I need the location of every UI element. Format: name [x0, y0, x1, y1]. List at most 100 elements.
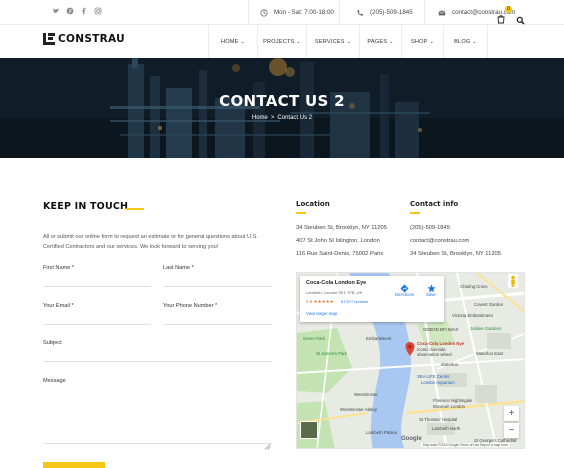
opening-hours: Mon - Sat: 7:00-18:00 — [248, 0, 339, 25]
main-header: CONSTRAU HOME ⌄ PROJECTS ⌄ SERVICES ⌄ PAGES… — [0, 25, 564, 58]
breadcrumb: Home > Contact Us 2 — [0, 115, 564, 121]
map-label: Coca-Cola London Eye — [417, 341, 465, 346]
directions-label[interactable]: Directions — [395, 292, 414, 297]
phone-icon — [356, 9, 364, 17]
search-icon[interactable] — [516, 12, 525, 25]
envelope-icon — [438, 9, 446, 17]
cart-icon[interactable] — [496, 11, 506, 24]
clock-icon — [260, 8, 268, 17]
nav-blog[interactable]: BLOG ⌄ — [443, 25, 487, 58]
last-name-label: Last Name * — [163, 265, 194, 271]
save-star-icon[interactable] — [427, 280, 436, 293]
chevron-down-icon: ⌄ — [429, 38, 435, 45]
zoom-in-button[interactable]: + — [504, 406, 519, 421]
logo-mark-icon — [43, 33, 55, 45]
contact-address: 34 Steuben St, Brooklyn, NY 11205 — [410, 251, 501, 257]
site-logo[interactable]: CONSTRAU — [43, 33, 125, 45]
view-larger-map-link[interactable]: View larger map — [306, 311, 337, 316]
map-label: St James's Park — [316, 351, 347, 356]
contact-info-title: Contact info — [410, 200, 459, 208]
map-label: Florence Nightingale — [433, 398, 473, 403]
map-label: Museum London — [433, 404, 466, 409]
facebook-icon[interactable] — [80, 7, 88, 15]
title-accent-underline — [126, 208, 144, 210]
place-address: Lambeth, London SE1 7PB, UK — [306, 290, 363, 295]
save-label[interactable]: Save — [426, 292, 436, 297]
subject-label: Subject — [43, 340, 62, 346]
phone-field[interactable] — [163, 324, 272, 325]
chevron-down-icon: ⌄ — [296, 38, 301, 45]
nav-home-label: HOME — [221, 38, 239, 45]
nav-shop[interactable]: SHOP ⌄ — [401, 25, 443, 58]
contact-email[interactable]: contact@constrau.com — [410, 238, 469, 244]
first-name-field[interactable] — [43, 286, 151, 287]
location-line: 407 St John St Islington, London — [296, 238, 380, 244]
zoom-out-button[interactable]: − — [504, 423, 519, 438]
email-address[interactable]: contact@constrau.com — [424, 0, 564, 25]
subject-field[interactable] — [43, 361, 272, 362]
breadcrumb-separator: > — [270, 115, 275, 121]
chevron-down-icon: ⌄ — [346, 38, 352, 45]
top-bar: Mon - Sat: 7:00-18:00 (205)-509-1845 con… — [0, 0, 564, 25]
map-label: ODEON BFI IMAX — [423, 327, 459, 332]
breadcrumb-current: Contact Us 2 — [277, 115, 313, 121]
place-reviews-link[interactable]: 87,977 reviews — [341, 299, 368, 304]
phone-text: (205)-509-1845 — [370, 9, 413, 16]
directions-icon[interactable] — [400, 280, 409, 293]
location-line: 34 Steuben St, Brooklyn, NY 11205 — [296, 225, 387, 231]
social-links — [52, 7, 102, 15]
satellite-toggle-thumbnail[interactable] — [300, 421, 318, 439]
pinterest-icon[interactable] — [66, 7, 74, 15]
page-title: CONTACT US 2 — [219, 92, 345, 110]
email-label: Your Email * — [43, 303, 74, 309]
form-intro-text: All or submit our online form to request… — [43, 234, 258, 250]
place-name: Coca-Cola London Eye — [306, 280, 367, 286]
nav-shop-label: SHOP — [410, 38, 428, 45]
message-textarea[interactable] — [43, 388, 272, 444]
nav-projects[interactable]: PROJECTS ⌄ — [257, 25, 306, 58]
phone-number[interactable]: (205)-509-1845 — [339, 0, 424, 25]
form-section-title: KEEP IN TOUCH — [43, 201, 129, 212]
twitter-icon[interactable] — [52, 7, 60, 15]
contact-phone[interactable]: (205)-509-1845 — [410, 225, 450, 231]
nav-services-label: SERVICES — [314, 38, 345, 45]
map-label: St Thomas' Hospital — [419, 417, 458, 422]
map-label: Waterloo East — [476, 351, 503, 356]
location-pin-icon[interactable] — [405, 342, 415, 356]
submit-button[interactable] — [43, 462, 105, 468]
page-banner: CONTACT US 2 Home > Contact Us 2 — [0, 58, 564, 158]
last-name-field[interactable] — [163, 286, 272, 287]
message-label: Message — [43, 378, 66, 384]
map-label: Lambeth Palace — [366, 430, 398, 435]
nav-divider — [487, 25, 488, 58]
chevron-down-icon: ⌄ — [472, 38, 477, 45]
nav-pages-label: PAGES — [367, 38, 388, 45]
map-attribution[interactable]: Map data ©2018 Google Terms of Use Repor… — [421, 443, 511, 447]
street-view-pegman-icon[interactable] — [508, 274, 518, 288]
place-rating: 4.5 ★★★★★ — [306, 299, 334, 304]
map-label: Green Park — [303, 336, 325, 341]
nav-services[interactable]: SERVICES ⌄ — [306, 25, 359, 58]
nav-home[interactable]: HOME ⌄ — [208, 25, 257, 58]
nav-projects-label: PROJECTS — [263, 38, 295, 45]
chevron-down-icon: ⌄ — [389, 38, 394, 45]
resize-handle-icon[interactable] — [264, 437, 271, 450]
map-label: observation wheel — [417, 352, 452, 357]
instagram-icon[interactable] — [94, 7, 102, 15]
map-label: Jubilee Gardens — [470, 326, 502, 331]
chevron-down-icon: ⌄ — [240, 38, 245, 45]
cart-count-badge: 0 — [505, 6, 512, 13]
breadcrumb-home-link[interactable]: Home — [252, 115, 268, 121]
nav-pages[interactable]: PAGES ⌄ — [359, 25, 401, 58]
map-label: Victoria Embankment — [452, 313, 493, 318]
map-label: London Aquarium — [421, 380, 455, 385]
email-field[interactable] — [43, 324, 151, 325]
map-label: Westminster Abbey — [340, 407, 377, 412]
google-logo: Google — [401, 436, 422, 442]
map-label: Waterloo — [441, 362, 459, 367]
contact-info-accent-underline — [410, 212, 420, 214]
logo-text: CONSTRAU — [58, 33, 125, 45]
location-accent-underline — [296, 212, 306, 214]
nav-blog-label: BLOG — [454, 38, 471, 45]
location-title: Location — [296, 200, 330, 208]
